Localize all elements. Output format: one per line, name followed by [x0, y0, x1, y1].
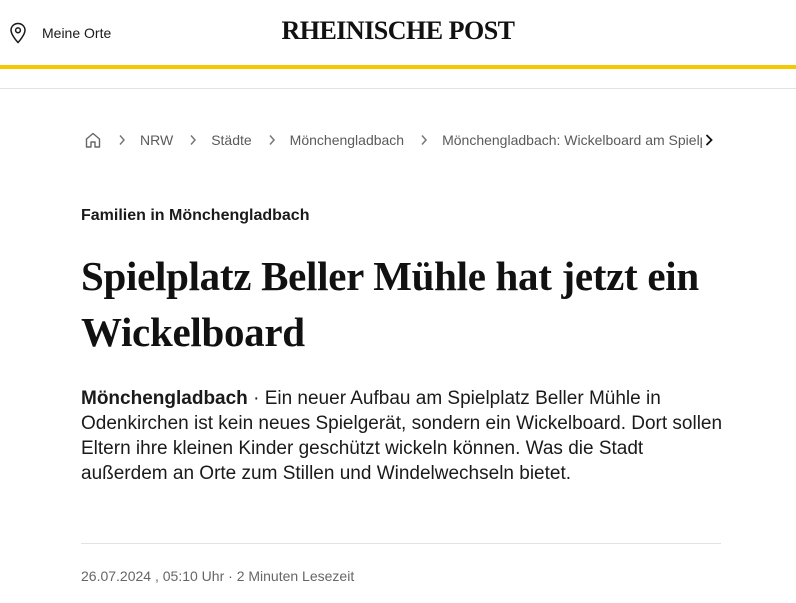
reading-time: 2 Minuten Lesezeit [236, 568, 355, 584]
publish-time: 05:10 Uhr [162, 568, 225, 584]
breadcrumb-item-staedte[interactable]: Städte [211, 132, 251, 148]
article-kicker: Familien in Mönchengladbach [81, 207, 310, 224]
breadcrumb-item-current: Mönchengladbach: Wickelboard am Spielpla… [442, 132, 702, 148]
chevron-right-icon [421, 135, 428, 145]
breadcrumb-scroll-right-icon[interactable] [704, 133, 714, 147]
chevron-right-icon [190, 135, 197, 145]
header-accent-line [0, 65, 796, 69]
publish-date: 26.07.2024 [81, 568, 152, 584]
breadcrumb-item-nrw[interactable]: NRW [140, 132, 173, 148]
teaser-separator: · [247, 388, 265, 409]
breadcrumb-item-moenchengladbach[interactable]: Mönchengladbach [290, 132, 404, 148]
breadcrumb: NRW Städte Mönchengladbach Mönchengladba… [84, 128, 720, 152]
site-logo[interactable]: RHEINISCHE POST [0, 16, 796, 46]
chevron-right-icon [269, 135, 275, 145]
article-headline: Spielplatz Beller Mühle hat jetzt ein Wi… [81, 253, 699, 355]
teaser-location: Mönchengladbach [81, 388, 248, 409]
home-icon[interactable] [84, 131, 102, 149]
article-teaser: Mönchengladbach · Ein neuer Aufbau am Sp… [81, 386, 726, 486]
article-meta: 26.07.2024 , 05:10 Uhr · 2 Minuten Lesez… [81, 568, 355, 584]
chevron-right-icon [119, 135, 126, 145]
header-divider [0, 88, 796, 89]
meta-divider [81, 543, 721, 544]
site-header: Meine Orte RHEINISCHE POST [0, 0, 796, 65]
